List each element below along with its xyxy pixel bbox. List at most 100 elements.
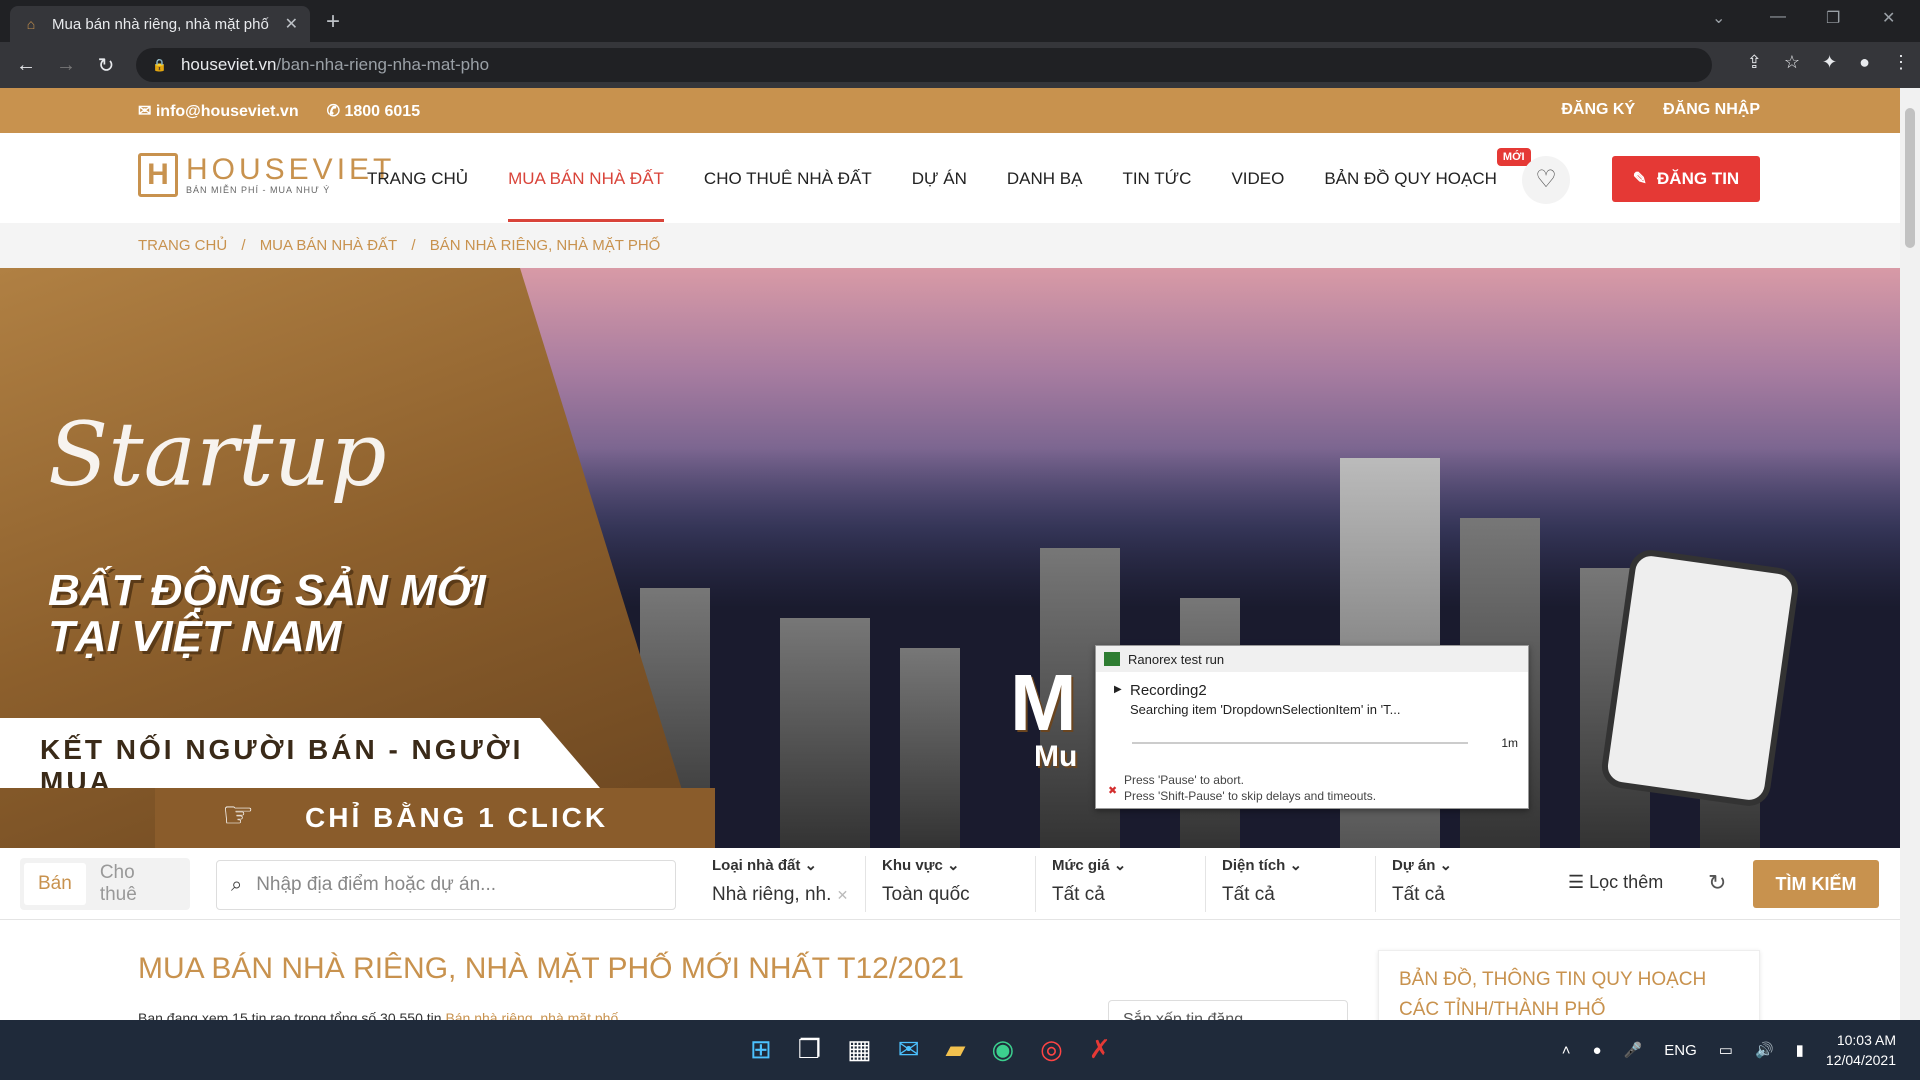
battery-icon[interactable]: ▮ [1796, 1041, 1804, 1059]
expand-arrow-icon[interactable]: ▶ [1114, 684, 1122, 695]
abort-icon[interactable]: ✖ [1108, 784, 1117, 797]
microphone-icon[interactable]: 🎤 [1624, 1041, 1643, 1059]
contact-bar: ✉ info@houseviet.vn ✆ 1800 6015 ĐĂNG KÝ … [0, 88, 1900, 133]
network-icon[interactable]: ▭ [1719, 1041, 1733, 1059]
nav-item-rent[interactable]: CHO THUÊ NHÀ ĐẤT [704, 169, 872, 189]
edge-icon[interactable]: ◉ [991, 1034, 1014, 1065]
share-icon[interactable]: ⇪ [1747, 52, 1762, 73]
search-button[interactable]: TÌM KIẾM [1753, 860, 1879, 908]
scrollbar-thumb[interactable] [1905, 108, 1915, 248]
nav-item-video[interactable]: VIDEO [1231, 169, 1284, 189]
hero-banner[interactable]: Startup BẤT ĐỘNG SẢN MỚI TẠI VIỆT NAM KẾ… [0, 268, 1900, 848]
filter-label: Dự án [1392, 857, 1436, 874]
search-input[interactable]: ⌕ Nhập địa điểm hoặc dự án... [216, 860, 676, 910]
breadcrumb-separator: / [241, 237, 246, 254]
nav-item-buy-sell[interactable]: MUA BÁN NHÀ ĐẤT [508, 169, 664, 222]
new-badge: MỚI [1496, 148, 1531, 166]
extensions-icon[interactable]: ✦ [1822, 52, 1837, 73]
ranorex-taskbar-icon[interactable]: ✗ [1089, 1034, 1111, 1065]
breadcrumb: TRANG CHỦ / MUA BÁN NHÀ ĐẤT / BÁN NHÀ RI… [0, 223, 1900, 268]
new-tab-icon[interactable]: + [326, 8, 340, 36]
tab-title: Mua bán nhà riêng, nhà mặt phố [52, 15, 269, 33]
hero-tagline-connect: KẾT NỐI NGƯỜI BÁN - NGƯỜI MUA [0, 718, 600, 788]
language-indicator[interactable]: ENG [1664, 1042, 1697, 1059]
file-explorer-icon[interactable]: ▰ [945, 1034, 965, 1065]
profile-icon[interactable]: ● [1859, 52, 1870, 73]
mode-sell-tab[interactable]: Bán [24, 863, 86, 905]
back-icon[interactable]: ← [6, 54, 46, 77]
system-clock[interactable]: 10:03 AM 12/04/2021 [1826, 1030, 1896, 1070]
browser-toolbar: ← → ↻ 🔒 houseviet.vn/ban-nha-rieng-nha-m… [0, 42, 1920, 88]
url-host: houseviet.vn [180, 55, 277, 74]
url-path: /ban-nha-rieng-nha-mat-pho [276, 55, 490, 74]
nav-item-news[interactable]: TIN TỨC [1122, 169, 1191, 189]
breadcrumb-current[interactable]: BÁN NHÀ RIÊNG, NHÀ MẶT PHỐ [430, 237, 661, 254]
sliders-icon: ☰ [1568, 872, 1585, 892]
start-icon[interactable]: ⊞ [750, 1034, 772, 1065]
ranorex-abort-hint: Press 'Pause' to abort. [1124, 773, 1244, 787]
houseviet-logo[interactable]: H HOUSEVIET BÁN MIỄN PHÍ - MUA NHƯ Ý [138, 153, 395, 197]
planning-map-panel[interactable]: BẢN ĐỒ, THÔNG TIN QUY HOẠCH CÁC TỈNH/THÀ… [1378, 950, 1760, 1030]
clear-icon[interactable]: ✕ [837, 887, 849, 903]
ranorex-test-run-dialog: Ranorex test run ▶ Recording2 Searching … [1095, 645, 1529, 809]
reload-icon[interactable]: ↻ [86, 53, 126, 78]
browser-tab-strip: ⌂ Mua bán nhà riêng, nhà mặt phố ✕ + ⌄ —… [0, 0, 1920, 42]
breadcrumb-home[interactable]: TRANG CHỦ [138, 237, 227, 254]
email-contact[interactable]: ✉ info@houseviet.vn [138, 101, 299, 121]
breadcrumb-buy-sell[interactable]: MUA BÁN NHÀ ĐẤT [260, 237, 398, 254]
hero-headline: BẤT ĐỘNG SẢN MỚI TẠI VIỆT NAM [48, 568, 486, 660]
pointing-hand-icon: ☞ [222, 794, 255, 835]
login-link[interactable]: ĐĂNG NHẬP [1663, 101, 1760, 119]
tray-app-icon[interactable]: ● [1593, 1042, 1602, 1059]
nav-item-directory[interactable]: DANH BẠ [1007, 169, 1083, 189]
nav-item-projects[interactable]: DỰ ÁN [912, 169, 967, 189]
bookmark-star-icon[interactable]: ☆ [1784, 52, 1800, 73]
close-window-icon[interactable]: ✕ [1882, 8, 1895, 28]
filter-label: Mức giá [1052, 857, 1110, 874]
favorites-heart-icon[interactable]: ♡ [1522, 156, 1570, 204]
hero-script-text: Startup [48, 403, 387, 506]
nav-item-home[interactable]: TRANG CHỦ [367, 169, 468, 189]
nav-item-planning-map[interactable]: BẢN ĐỒ QUY HOẠCH MỚI [1324, 148, 1531, 189]
task-view-icon[interactable]: ❐ [798, 1034, 821, 1065]
filter-property-type[interactable]: Loại nhà đất ⌄ Nhà riêng, nh. ✕ [696, 856, 866, 912]
browser-tab[interactable]: ⌂ Mua bán nhà riêng, nhà mặt phố ✕ [10, 6, 310, 42]
filter-value: Tất cả [1222, 884, 1275, 905]
forward-icon[interactable]: → [46, 54, 86, 77]
mode-toggle: Bán Cho thuê [20, 858, 190, 910]
filter-value: Tất cả [1052, 884, 1105, 905]
breadcrumb-separator: / [411, 237, 416, 254]
close-tab-icon[interactable]: ✕ [285, 14, 298, 34]
chat-icon[interactable]: ✉ [898, 1034, 920, 1065]
page-title: MUA BÁN NHÀ RIÊNG, NHÀ MẶT PHỐ MỚI NHẤT … [138, 952, 964, 985]
filter-size[interactable]: Diện tích ⌄ Tất cả [1206, 856, 1376, 912]
address-bar[interactable]: 🔒 houseviet.vn/ban-nha-rieng-nha-mat-pho [136, 48, 1712, 82]
reset-filters-icon[interactable]: ↻ [1708, 870, 1726, 896]
tab-search-icon[interactable]: ⌄ [1712, 8, 1725, 28]
filter-price[interactable]: Mức giá ⌄ Tất cả [1036, 856, 1206, 912]
tray-chevron-icon[interactable]: ˄ [1562, 1042, 1571, 1059]
register-link[interactable]: ĐĂNG KÝ [1561, 101, 1635, 119]
filter-area[interactable]: Khu vực ⌄ Toàn quốc [866, 856, 1036, 912]
email-text: info@houseviet.vn [155, 103, 299, 120]
chrome-icon[interactable]: ◎ [1040, 1034, 1063, 1065]
chrome-menu-icon[interactable]: ⋮ [1892, 52, 1910, 73]
filter-project[interactable]: Dự án ⌄ Tất cả [1376, 856, 1546, 912]
filter-label: Loại nhà đất [712, 857, 801, 874]
recording-name: Recording2 [1130, 682, 1207, 699]
more-filters-button[interactable]: ☰ Lọc thêm [1568, 872, 1663, 893]
widgets-icon[interactable]: ▦ [847, 1034, 872, 1065]
chevron-down-icon: ⌄ [1439, 857, 1453, 874]
mode-rent-tab[interactable]: Cho thuê [86, 852, 186, 916]
chevron-down-icon: ⌄ [1113, 857, 1127, 874]
edit-icon: ✎ [1632, 169, 1648, 188]
filter-label: Diện tích [1222, 857, 1286, 874]
restore-icon[interactable]: ❐ [1826, 8, 1840, 28]
site-header: H HOUSEVIET BÁN MIỄN PHÍ - MUA NHƯ Ý TRA… [0, 133, 1900, 223]
volume-icon[interactable]: 🔊 [1755, 1041, 1774, 1059]
minimize-icon[interactable]: — [1770, 8, 1786, 26]
ranorex-elapsed-time: 1m [1501, 736, 1518, 750]
post-listing-button[interactable]: ✎ ĐĂNG TIN [1612, 156, 1760, 202]
page-scrollbar[interactable] [1900, 88, 1920, 1020]
phone-contact[interactable]: ✆ 1800 6015 [327, 101, 421, 121]
